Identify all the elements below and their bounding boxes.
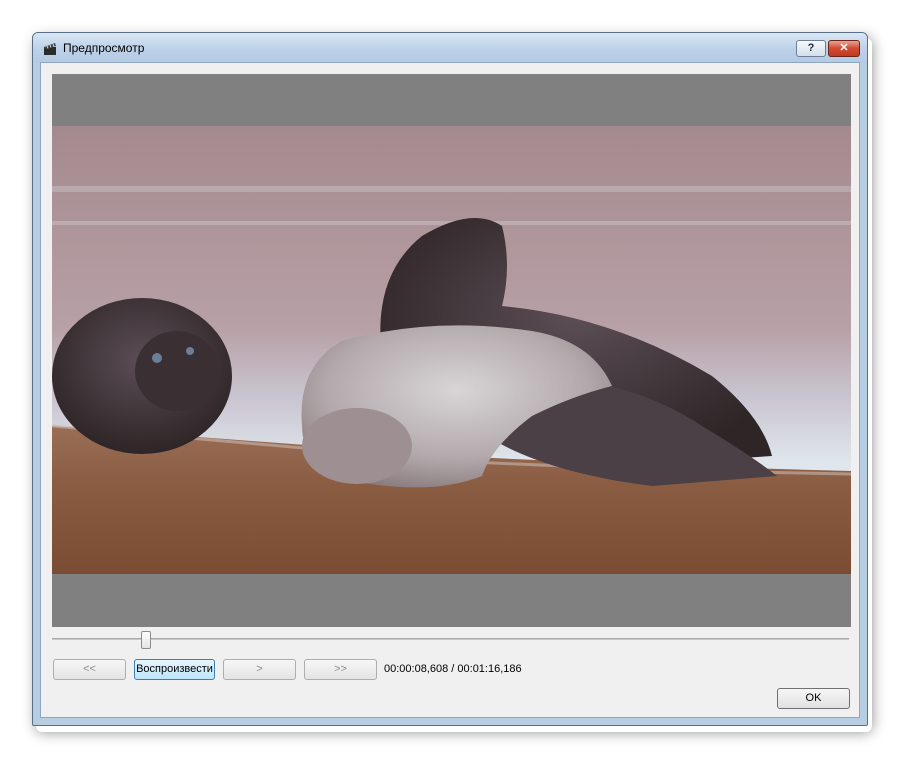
rewind-button[interactable]: << xyxy=(53,659,126,680)
help-button[interactable]: ? xyxy=(796,40,826,57)
clapperboard-icon xyxy=(43,41,57,55)
close-button[interactable]: ✕ xyxy=(828,40,860,57)
time-readout: 00:00:08,608 / 00:01:16,186 xyxy=(384,663,522,675)
preview-dialog: Предпросмотр ? ✕ << Воспроизвести > >> 0… xyxy=(32,32,868,726)
seek-slider-thumb[interactable] xyxy=(140,631,151,649)
ok-button[interactable]: OK xyxy=(777,688,850,709)
window-title: Предпросмотр xyxy=(63,41,145,55)
seek-slider-track[interactable] xyxy=(52,638,849,640)
play-button[interactable]: Воспроизвести xyxy=(134,659,215,680)
video-frame xyxy=(52,126,851,574)
fast-forward-button[interactable]: >> xyxy=(304,659,377,680)
dialog-client-area: << Воспроизвести > >> 00:00:08,608 / 00:… xyxy=(40,62,860,718)
title-bar[interactable]: Предпросмотр ? ✕ xyxy=(33,33,867,63)
step-forward-button[interactable]: > xyxy=(223,659,296,680)
video-preview-area xyxy=(52,74,851,627)
